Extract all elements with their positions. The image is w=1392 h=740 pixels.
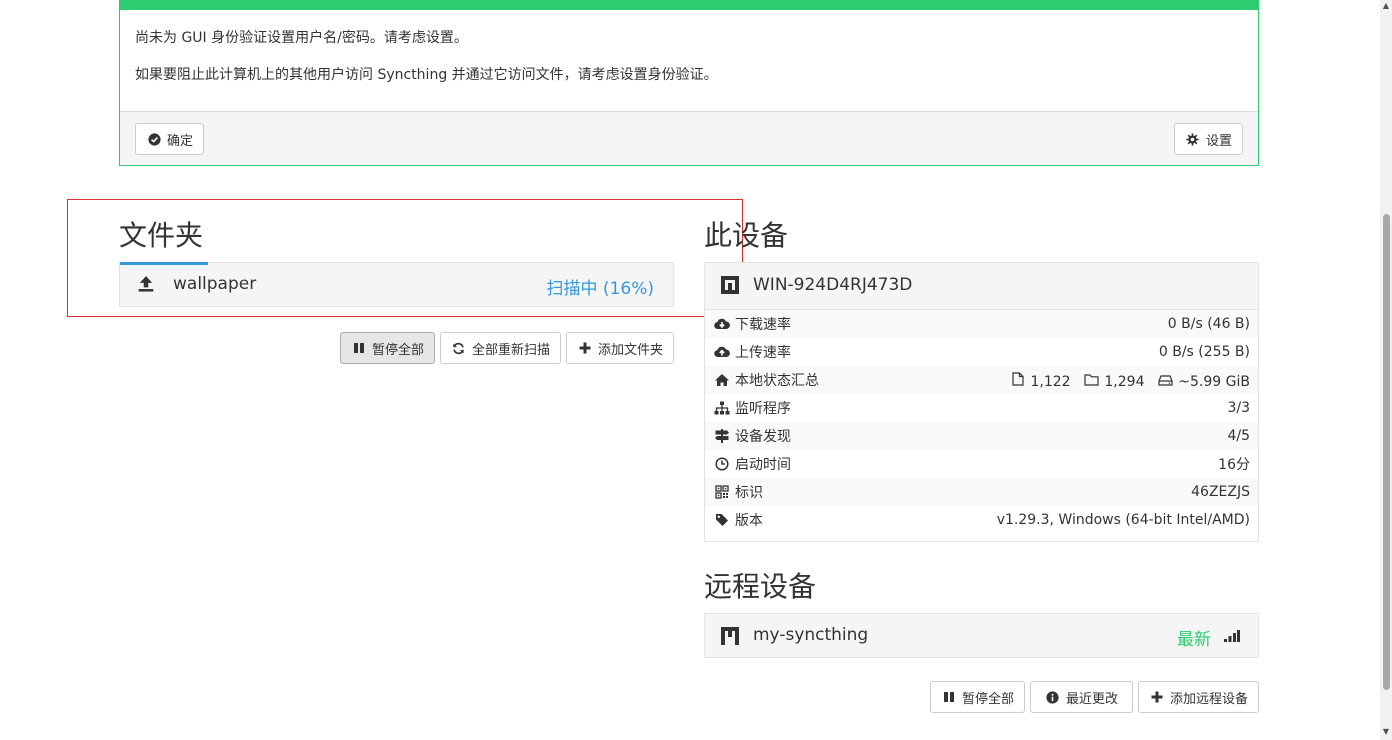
download-rate-label: 下载速率 — [735, 317, 791, 333]
add-remote-device-button[interactable]: 添加远程设备 — [1137, 681, 1259, 713]
remote-device-actions: 暂停全部 最近更改 添加远程设备 — [929, 681, 1259, 713]
signal-icon — [1221, 626, 1241, 646]
table-row: 上传速率 0 B/s (255 B) — [705, 338, 1258, 366]
add-folder-button[interactable]: 添加文件夹 — [565, 332, 674, 364]
download-rate-value: 0 B/s (46 B) — [1167, 316, 1250, 332]
sitemap-icon — [714, 400, 730, 416]
recent-changes-label: 最近更改 — [1065, 691, 1118, 707]
this-device-name: WIN-924D4RJ473D — [753, 275, 913, 295]
remote-device-identicon-icon — [720, 626, 740, 646]
uptime-value: 16分 — [1218, 457, 1250, 473]
identification-value[interactable]: 46ZEZJS — [877, 478, 1258, 506]
table-row: 设备发现 4/5 — [705, 422, 1258, 450]
check-circle-icon — [146, 131, 162, 147]
settings-button-label: 设置 — [1205, 133, 1232, 149]
table-row: 启动时间 16分 — [705, 450, 1258, 478]
local-dirs-count: 1,294 — [1104, 373, 1145, 390]
remote-devices-heading: 远程设备 — [704, 570, 817, 603]
recent-changes-button[interactable]: 最近更改 — [1029, 681, 1133, 713]
settings-button[interactable]: 设置 — [1173, 123, 1243, 155]
listeners-label: 监听程序 — [735, 401, 791, 417]
add-folder-label: 添加文件夹 — [597, 342, 663, 358]
remote-device-status: 最新 — [1177, 630, 1211, 650]
remote-device-name: my-syncthing — [753, 625, 869, 645]
add-remote-device-label: 添加远程设备 — [1169, 691, 1248, 707]
qrcode-icon — [714, 484, 730, 500]
table-row: 标识 46ZEZJS — [705, 478, 1258, 506]
identification-label: 标识 — [735, 485, 763, 501]
local-files-count: 1,122 — [1030, 373, 1071, 390]
listeners-value[interactable]: 3/3 — [877, 394, 1258, 422]
cloud-upload-icon — [714, 344, 730, 360]
pause-all-devices-label: 暂停全部 — [961, 691, 1014, 707]
scrollbar-thumb[interactable] — [1383, 214, 1390, 690]
notice-line-1: 尚未为 GUI 身份验证设置用户名/密码。请考虑设置。 — [135, 30, 468, 46]
plus-icon — [1149, 689, 1165, 705]
hdd-icon — [1158, 372, 1174, 388]
uptime-label: 启动时间 — [735, 457, 791, 473]
pause-all-devices-button[interactable]: 暂停全部 — [929, 681, 1025, 713]
version-value: v1.29.3, Windows (64-bit Intel/AMD) — [996, 512, 1250, 528]
signpost-icon — [714, 428, 730, 444]
refresh-icon — [451, 340, 467, 356]
table-row: 本地状态汇总 1,122 1,294 ~5.99 GiB — [705, 366, 1258, 394]
info-circle-icon — [1045, 689, 1061, 705]
scroll-up-arrow-icon[interactable]: ▲ — [1382, 2, 1390, 10]
local-state-value: 1,122 1,294 ~5.99 GiB — [877, 366, 1258, 394]
rescan-all-label: 全部重新扫描 — [471, 342, 550, 358]
rescan-all-button[interactable]: 全部重新扫描 — [439, 332, 561, 364]
pause-all-folders-button[interactable]: 暂停全部 — [339, 332, 435, 364]
pause-icon — [941, 689, 957, 705]
table-row: 监听程序 3/3 — [705, 394, 1258, 422]
folder-icon — [1084, 372, 1100, 388]
plus-icon — [577, 340, 593, 356]
this-device-header[interactable]: WIN-924D4RJ473D — [705, 263, 1258, 310]
ok-button-label: 确定 — [167, 133, 194, 149]
remote-device-panel-my-syncthing[interactable]: my-syncthing 最新 — [704, 613, 1259, 658]
table-row: 版本 v1.29.3, Windows (64-bit Intel/AMD) — [705, 506, 1258, 534]
clock-icon — [714, 456, 730, 472]
local-state-label: 本地状态汇总 — [735, 373, 819, 389]
upload-rate-label: 上传速率 — [735, 345, 791, 361]
discovery-value[interactable]: 4/5 — [877, 422, 1258, 450]
gear-icon — [1185, 131, 1201, 147]
version-label: 版本 — [735, 513, 763, 529]
local-size: ~5.99 GiB — [1178, 373, 1250, 390]
this-device-heading: 此设备 — [704, 219, 789, 252]
this-device-details: 下载速率 0 B/s (46 B) 上传速率 0 B/s (255 B) 本地状… — [705, 310, 1258, 534]
pause-icon — [351, 340, 367, 356]
scroll-down-arrow-icon[interactable]: ▼ — [1382, 728, 1390, 736]
folder-actions: 暂停全部 全部重新扫描 添加文件夹 — [339, 332, 674, 364]
pause-all-folders-label: 暂停全部 — [371, 342, 424, 358]
notice-footer: 确定 设置 — [120, 111, 1258, 165]
tag-icon — [714, 512, 730, 528]
home-icon — [714, 372, 730, 388]
table-row: 下载速率 0 B/s (46 B) — [705, 310, 1258, 338]
device-identicon-icon — [720, 275, 740, 295]
this-device-panel: WIN-924D4RJ473D 下载速率 0 B/s (46 B) 上传速率 0… — [704, 262, 1259, 542]
page-scrollbar[interactable]: ▲ ▼ — [1380, 0, 1392, 740]
highlight-box — [67, 199, 743, 317]
notice-body: 尚未为 GUI 身份验证设置用户名/密码。请考虑设置。 如果要阻止此计算机上的其… — [120, 10, 1258, 85]
cloud-download-icon — [714, 316, 730, 332]
upload-rate-value: 0 B/s (255 B) — [1158, 344, 1250, 360]
ok-button[interactable]: 确定 — [135, 123, 205, 155]
notice-line-2: 如果要阻止此计算机上的其他用户访问 Syncthing 并通过它访问文件，请考虑… — [135, 67, 718, 83]
auth-notice-panel: 尚未为 GUI 身份验证设置用户名/密码。请考虑设置。 如果要阻止此计算机上的其… — [119, 0, 1259, 166]
discovery-label: 设备发现 — [735, 429, 791, 445]
file-icon — [1010, 371, 1026, 387]
